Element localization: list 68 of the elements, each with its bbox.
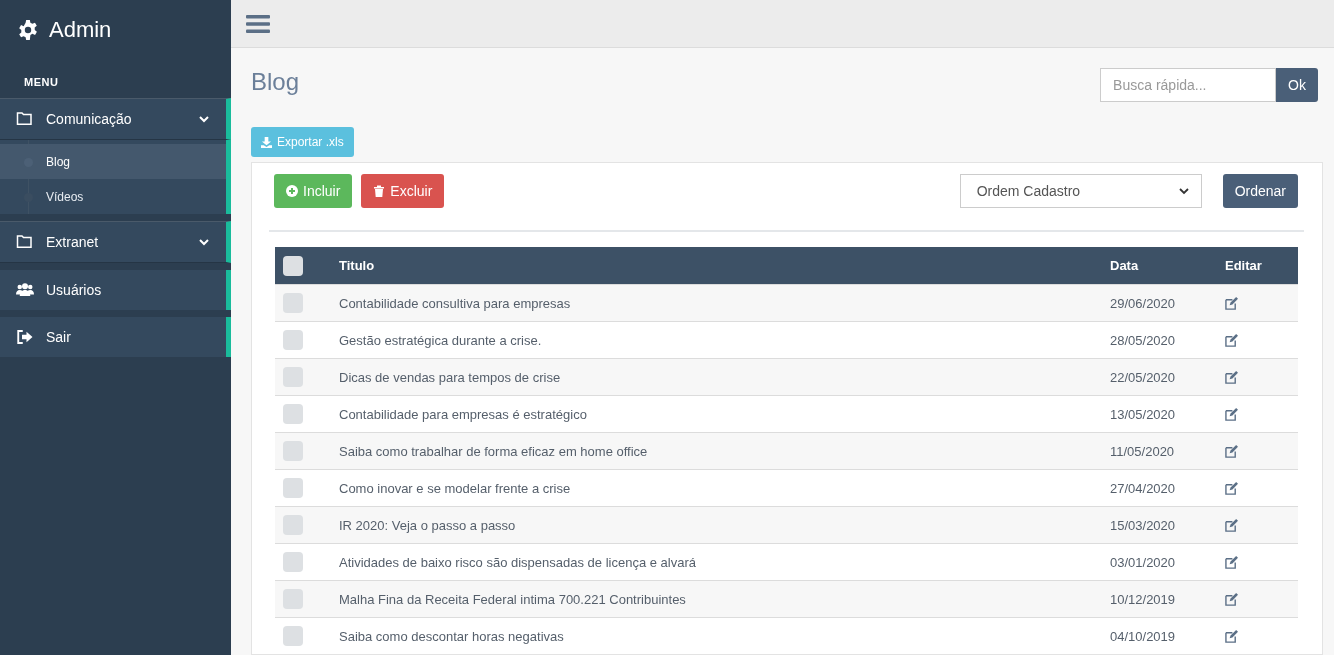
edit-icon[interactable] [1225,481,1238,495]
submenu-item[interactable]: Vídeos [0,179,226,214]
row-checkbox[interactable] [283,478,303,498]
table-cell: IR 2020: Veja o passo a passo [331,506,1102,544]
submenu-item[interactable]: Blog [0,144,226,179]
sidebar-item[interactable]: Sair [0,317,231,357]
table-cell: Malha Fina da Receita Federal intima 700.221 Contribuintes [331,580,1102,618]
table-cell: 10/12/2019 [1102,580,1217,618]
folder-icon [16,110,34,128]
chevron-icon [198,236,210,248]
table-cell: 27/04/2020 [1102,469,1217,507]
trash-icon [373,185,386,197]
column-header: Data [1102,247,1217,285]
edit-icon[interactable] [1225,370,1238,384]
row-checkbox[interactable] [283,330,303,350]
page-title: Blog [251,68,300,96]
table-cell: Atividades de baixo risco são dispensadas de licença e alvará [331,543,1102,581]
brand-title: Admin [49,17,112,43]
chevron-icon [198,113,210,125]
edit-icon[interactable] [1225,296,1238,310]
select-all-checkbox[interactable] [283,255,303,276]
table-cell: 28/05/2020 [1102,321,1217,359]
table-cell: Dicas de vendas para tempos de crise [331,358,1102,396]
folder-icon [16,233,34,251]
sort-button[interactable]: Ordenar [1222,174,1298,208]
edit-icon[interactable] [1225,333,1238,347]
sidebar-item[interactable]: Usuários [0,270,231,310]
table-cell: Gestão estratégica durante a crise. [331,321,1102,359]
row-checkbox[interactable] [283,552,303,572]
gear-icon [17,19,39,41]
caret-icon [1178,186,1189,196]
column-header: Editar [1217,247,1298,285]
sidebar-item[interactable]: Comunicação [0,98,231,140]
search-field[interactable]: Busca rápida... [1100,68,1277,102]
edit-icon[interactable] [1225,518,1238,532]
table-cell: 29/06/2020 [1102,284,1217,322]
row-checkbox[interactable] [283,626,303,646]
row-checkbox[interactable] [283,589,303,609]
exit-icon [16,328,34,346]
row-checkbox[interactable] [283,441,303,461]
table-cell: 15/03/2020 [1102,506,1217,544]
table-cell: Como inovar e se modelar frente a crise [331,469,1102,507]
row-checkbox[interactable] [283,367,303,387]
table-cell: 13/05/2020 [1102,395,1217,433]
table-cell: 03/01/2020 [1102,543,1217,581]
delete-button[interactable]: Excluir [361,174,445,208]
search-button[interactable]: Ok [1276,68,1318,102]
table-cell: Saiba como trabalhar de forma eficaz em home office [331,432,1102,470]
users-icon [16,281,34,299]
menu-heading: MENU [23,75,60,90]
edit-icon[interactable] [1225,444,1238,458]
edit-icon[interactable] [1225,407,1238,421]
column-header: Titulo [331,247,1102,285]
sort-select[interactable]: Ordem Cadastro [959,174,1202,208]
table-cell: Contabilidade consultiva para empresas [331,284,1102,322]
table-cell: 22/05/2020 [1102,358,1217,396]
row-checkbox[interactable] [283,404,303,424]
edit-icon[interactable] [1225,592,1238,606]
row-checkbox[interactable] [283,515,303,535]
table-cell: Contabilidade para empresas é estratégico [331,395,1102,433]
plus-icon [286,185,298,197]
menu-icon[interactable] [246,13,270,34]
row-checkbox[interactable] [283,293,303,313]
table-cell: 11/05/2020 [1102,432,1217,470]
download-icon [261,136,272,148]
edit-icon[interactable] [1225,555,1238,569]
edit-icon[interactable] [1225,629,1238,643]
sidebar-item[interactable]: Extranet [0,221,231,263]
